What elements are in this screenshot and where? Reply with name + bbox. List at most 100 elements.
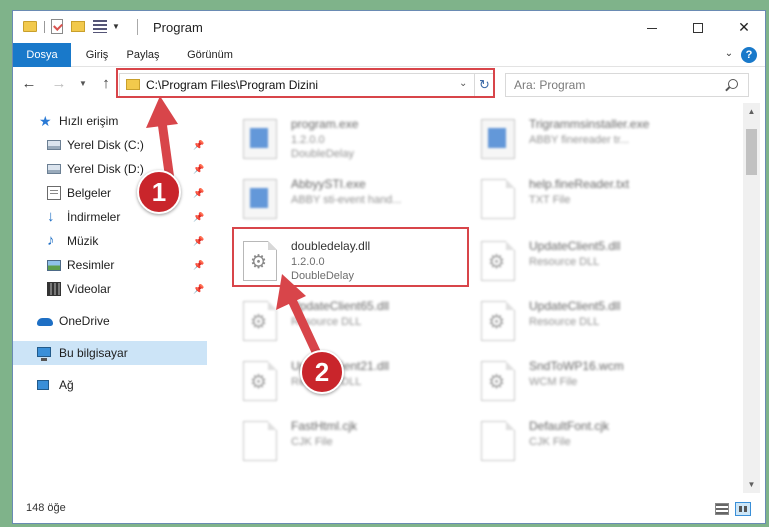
scroll-up-icon[interactable]: ▲ [743,103,760,120]
dll-icon [481,241,515,281]
step-2-badge: 2 [300,350,344,394]
file-icon [481,361,515,401]
music-icon: ♪ [47,232,55,249]
file-item[interactable]: DefaultFont.cjk CJK File [481,417,721,473]
search-input[interactable]: Ara: Program [505,73,749,97]
file-item[interactable]: UpdateClient5.dll Resource DLL [481,297,721,353]
pictures-icon [47,260,61,271]
sidebar-item-label: Hızlı erişim [59,114,119,128]
sidebar-item-videos[interactable]: Videolar 📌 [13,277,207,301]
file-item[interactable]: AbbyySTI.exe ABBY sti-event hand... [243,175,483,231]
file-item[interactable]: UpdateClient5.dll Resource DLL [481,237,721,293]
minimize-button[interactable] [629,11,675,43]
file-item[interactable]: program.exe 1.2.0.0 DoubleDelay [243,115,483,171]
sidebar-item-local-disk-d[interactable]: Yerel Disk (D:) 📌 [13,157,207,181]
file-item[interactable]: UpdateClient21.dll Resource DLL [243,357,483,413]
star-icon: ★ [39,113,52,129]
disk-icon [47,140,61,150]
file-name: UpdateClient5.dll [529,239,621,253]
dll-icon [481,301,515,341]
details-view-icon[interactable] [715,503,729,515]
file-type: CJK File [291,436,333,448]
pin-icon[interactable]: 📌 [193,277,204,301]
customize-toolbar-icon[interactable]: ▼ [112,23,120,33]
sidebar-item-pictures[interactable]: Resimler 📌 [13,253,207,277]
search-icon[interactable] [728,79,738,89]
help-icon[interactable]: ? [741,47,757,63]
txt-icon [481,179,515,219]
network-icon [37,380,49,390]
videos-icon [47,282,61,296]
back-button[interactable]: ← [21,76,37,92]
sidebar-item-music[interactable]: ♪ Müzik 📌 [13,229,207,253]
pin-icon[interactable]: 📌 [193,253,204,277]
sidebar-item-network[interactable]: Ağ [13,373,207,397]
sidebar-item-onedrive[interactable]: OneDrive [13,309,207,333]
file-name: help.fineReader.txt [529,177,630,191]
tab-file[interactable]: Dosya [13,43,71,67]
view-icon[interactable] [93,20,107,33]
file-item[interactable]: help.fineReader.txt TXT File [481,175,721,231]
file-item[interactable]: Trigrammsinstaller.exe ABBY finereader t… [481,115,721,171]
file-type: TXT File [529,194,571,206]
file-item[interactable]: FastHtml.cjk CJK File [243,417,483,473]
tab-share[interactable]: Paylaş [121,43,165,67]
file-company: DoubleDelay [291,148,354,160]
close-button[interactable]: ✕ [721,11,765,43]
sidebar-item-label: Videolar [67,282,111,296]
disk-icon [47,164,61,174]
sidebar-item-label: Müzik [67,234,99,248]
onedrive-icon [37,318,53,326]
large-icons-view-icon[interactable] [735,502,751,516]
folder-icon[interactable] [23,21,37,32]
recent-locations-button[interactable]: ▼ [75,76,91,92]
pin-icon[interactable]: 📌 [193,229,204,253]
file-version: 1.2.0.0 [291,134,325,146]
file-name: FastHtml.cjk [291,419,357,433]
exe-icon [243,119,277,159]
new-folder-icon[interactable] [71,21,85,32]
sidebar-item-quick-access[interactable]: ★ Hızlı erişim [13,109,207,133]
file-icon [481,421,515,461]
scroll-thumb[interactable] [746,129,757,175]
this-pc-icon [37,347,51,361]
file-item[interactable]: SndToWP16.wcm WCM File [481,357,721,413]
file-name: Trigrammsinstaller.exe [529,117,650,131]
minimize-icon [647,27,657,29]
scroll-down-icon[interactable]: ▼ [743,476,760,493]
title-separator [137,19,138,35]
pin-icon[interactable]: 📌 [193,133,204,157]
file-highlight-box [232,227,469,287]
file-description: ABBY sti-event hand... [291,194,402,206]
vertical-scrollbar[interactable]: ▲ ▼ [743,103,760,493]
sidebar-item-this-pc[interactable]: Bu bilgisayar [13,341,207,365]
file-item[interactable]: UpdateClient65.dll Resource DLL [243,297,483,353]
sidebar-item-label: Ağ [59,378,74,392]
file-type: WCM File [529,376,578,388]
pin-icon[interactable]: 📌 [193,181,204,205]
maximize-button[interactable] [675,11,721,43]
pin-icon[interactable]: 📌 [193,205,204,229]
tab-view[interactable]: Görünüm [183,43,237,67]
up-button[interactable]: ↑ [98,76,114,92]
forward-button[interactable]: → [51,76,67,92]
file-name: DefaultFont.cjk [529,419,610,433]
sidebar-item-label: Bu bilgisayar [59,346,128,360]
file-name: UpdateClient5.dll [529,299,621,313]
exe-icon [243,179,277,219]
ribbon-tabs: Dosya Giriş Paylaş Görünüm ⌄ ? [13,43,765,67]
file-name: AbbyySTI.exe [291,177,366,191]
sidebar-item-local-disk-c[interactable]: Yerel Disk (C:) 📌 [13,133,207,157]
properties-icon[interactable] [51,19,63,34]
file-type: Resource DLL [291,316,362,328]
sidebar-item-label: Resimler [67,258,115,272]
sidebar-item-label: Belgeler [67,186,112,200]
sidebar-item-downloads[interactable]: ↓ İndirmeler 📌 [13,205,207,229]
item-count: 148 öğe [26,502,66,514]
exe-icon [481,119,515,159]
pin-icon[interactable]: 📌 [193,157,204,181]
expand-ribbon-icon[interactable]: ⌄ [723,48,735,60]
file-name: program.exe [291,117,359,131]
tab-home[interactable]: Giriş [83,43,111,67]
file-list: program.exe 1.2.0.0 DoubleDelay Trigramm… [209,103,743,493]
